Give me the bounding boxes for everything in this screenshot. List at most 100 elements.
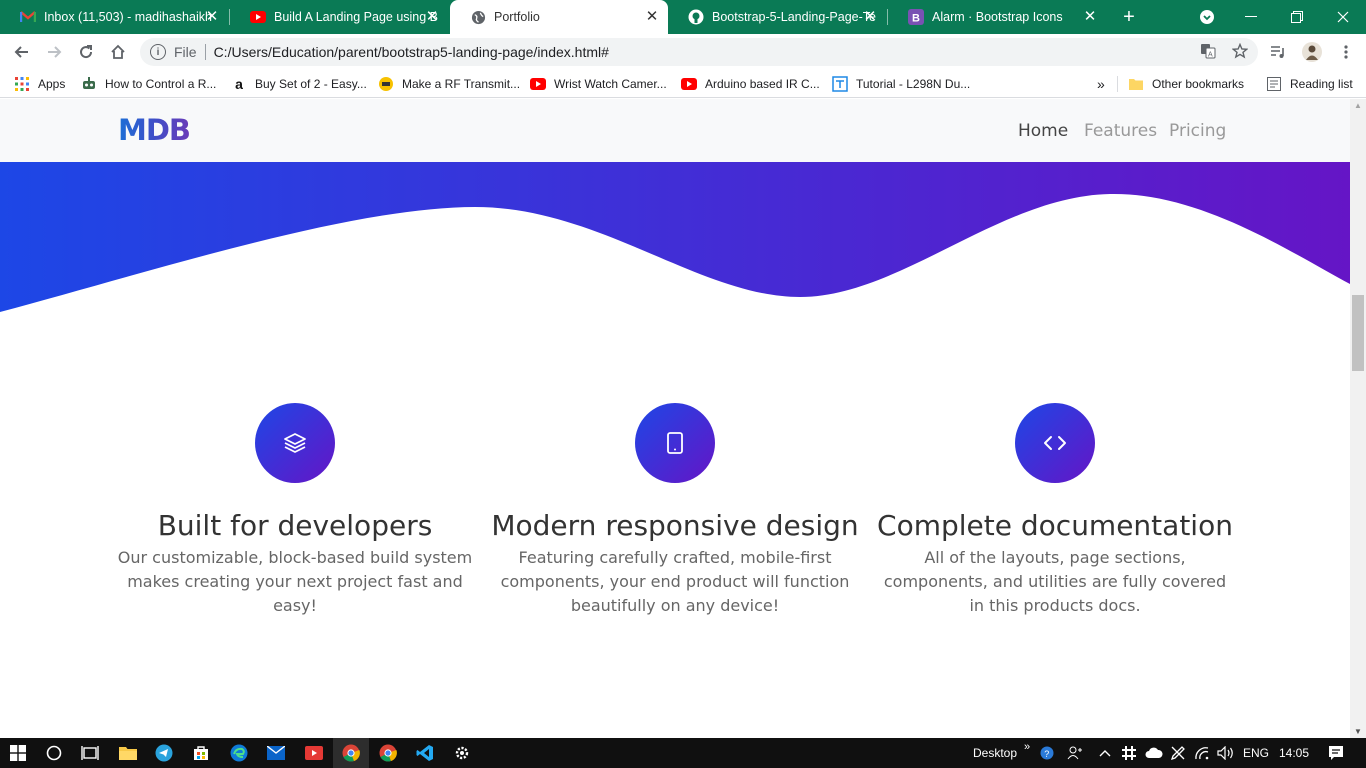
translate-icon[interactable]: A [1200, 43, 1216, 59]
reading-list[interactable]: Reading list [1266, 76, 1353, 92]
store-icon [194, 746, 208, 760]
taskbar-app-media[interactable] [296, 738, 332, 768]
feature-title: Modern responsive design [491, 509, 859, 542]
scroll-thumb[interactable] [1352, 295, 1364, 371]
folder-icon [119, 747, 137, 760]
brand-logo[interactable]: MDB [118, 113, 191, 147]
slack-tray-icon[interactable] [1118, 738, 1140, 768]
chrome-icon [379, 744, 397, 762]
bookmark-item[interactable]: Make a RF Transmit... [378, 76, 520, 92]
restore-button[interactable] [1274, 0, 1320, 34]
amazon-icon: a [235, 76, 243, 92]
tab-bootstrap-icons[interactable]: B Alarm · Bootstrap Icons ✕ [888, 0, 1106, 34]
nav-link-features[interactable]: Features [1084, 121, 1157, 141]
taskbar-app-edge[interactable] [221, 738, 257, 768]
scroll-down-arrow-icon[interactable]: ▼ [1354, 727, 1362, 736]
reload-button[interactable] [72, 38, 100, 66]
close-icon[interactable]: ✕ [424, 9, 440, 25]
bookmark-item[interactable]: Arduino based IR C... [681, 76, 820, 92]
wifi-icon [1195, 747, 1209, 760]
taskbar-app-file-explorer[interactable] [110, 738, 146, 768]
pen-tray-icon[interactable] [1166, 738, 1190, 768]
mail-icon [267, 746, 285, 760]
tab-portfolio[interactable]: Portfolio ✕ [450, 0, 668, 34]
svg-text:B: B [912, 13, 920, 25]
menu-button[interactable] [1332, 38, 1360, 66]
taskbar-app-mail[interactable] [258, 738, 294, 768]
tab-gmail[interactable]: Inbox (11,503) - madihashaikh ✕ [0, 0, 228, 34]
desktop-toolbar-label[interactable]: Desktop [973, 746, 1017, 760]
forward-button[interactable] [40, 38, 68, 66]
bookmark-apps[interactable]: Apps [14, 76, 65, 92]
tab-strip: Inbox (11,503) - madihashaikh ✕ Build A … [0, 0, 1366, 34]
show-hidden-icons-button[interactable] [1094, 738, 1116, 768]
wifi-tray-icon[interactable] [1190, 738, 1214, 768]
bookmark-label: How to Control a R... [105, 77, 217, 91]
media-control-button[interactable] [1264, 38, 1292, 66]
close-icon[interactable]: ✕ [1082, 9, 1098, 25]
site-navbar: MDB Home Features Pricing [0, 99, 1350, 162]
language-indicator[interactable]: ENG [1243, 746, 1269, 760]
volume-tray-icon[interactable] [1214, 738, 1238, 768]
hero-wave [0, 162, 1350, 312]
page-scrollbar[interactable]: ▲ ▼ [1350, 99, 1366, 738]
people-tray-icon[interactable] [1064, 738, 1086, 768]
bookmark-item[interactable]: Wrist Watch Camer... [530, 76, 667, 92]
url-text[interactable]: C:/Users/Education/parent/bootstrap5-lan… [214, 44, 609, 60]
taskbar-app-chrome-2[interactable] [370, 738, 406, 768]
info-icon[interactable]: i [150, 44, 166, 60]
code-icon [1044, 436, 1066, 450]
feature-card: Built for developers Our customizable, b… [105, 403, 485, 618]
back-button[interactable] [8, 38, 36, 66]
nav-link-pricing[interactable]: Pricing [1169, 121, 1226, 141]
site-icon [832, 76, 848, 92]
scroll-up-arrow-icon[interactable]: ▲ [1354, 101, 1362, 110]
taskbar-app-chrome[interactable] [333, 738, 369, 768]
bookmark-label: Arduino based IR C... [705, 77, 820, 91]
reading-list-icon [1266, 76, 1282, 92]
tab-title: Build A Landing Page using B [274, 10, 439, 24]
close-icon[interactable]: ✕ [204, 9, 220, 25]
profile-avatar[interactable] [1298, 38, 1326, 66]
reload-icon [80, 45, 93, 59]
new-tab-button[interactable]: + [1106, 0, 1152, 34]
window-close-button[interactable] [1320, 0, 1366, 34]
bookmarks-bar: Apps How to Control a R... a Buy Set of … [0, 70, 1366, 98]
home-button[interactable] [104, 38, 132, 66]
taskbar-app-telegram[interactable] [146, 738, 182, 768]
help-icon: ? [1040, 746, 1054, 760]
tab-youtube[interactable]: Build A Landing Page using B ✕ [230, 0, 448, 34]
chevron-double-right-icon[interactable]: » [1024, 741, 1030, 753]
bookmarks-overflow-button[interactable]: » [1097, 76, 1105, 92]
nav-link-home[interactable]: Home [1018, 121, 1068, 141]
taskbar-app-settings[interactable] [444, 738, 480, 768]
tab-title: Inbox (11,503) - madihashaikh [44, 10, 212, 24]
help-tray-icon[interactable]: ? [1036, 738, 1058, 768]
tab-github[interactable]: Bootstrap-5-Landing-Page-Te ✕ [668, 0, 886, 34]
search-button[interactable] [36, 738, 72, 768]
bookmark-item[interactable]: a Buy Set of 2 - Easy... [231, 76, 367, 92]
taskbar-app-vscode[interactable] [407, 738, 443, 768]
close-icon[interactable]: ✕ [862, 9, 878, 25]
start-button[interactable] [0, 738, 36, 768]
feature-icon-circle [635, 403, 715, 483]
bookmark-item[interactable]: How to Control a R... [81, 76, 216, 92]
close-icon[interactable]: ✕ [644, 9, 660, 25]
bookmark-star-icon[interactable] [1232, 43, 1248, 59]
feature-text: Featuring carefully crafted, mobile-firs… [500, 548, 850, 615]
task-view-button[interactable] [72, 738, 108, 768]
cortana-circle-icon [46, 745, 62, 761]
onedrive-tray-icon[interactable] [1142, 738, 1166, 768]
windows-logo-icon [10, 745, 26, 761]
feature-card: Complete documentation All of the layout… [865, 403, 1245, 618]
tab-search-button[interactable] [1184, 0, 1230, 34]
youtube-icon [530, 76, 546, 92]
minimize-button[interactable] [1228, 0, 1274, 34]
bookmark-item[interactable]: Tutorial - L298N Du... [832, 76, 970, 92]
notifications-button[interactable] [1318, 738, 1354, 768]
taskbar-app-store[interactable] [183, 738, 219, 768]
clock[interactable]: 14:05 [1279, 746, 1309, 760]
layers-icon [284, 433, 306, 453]
other-bookmarks[interactable]: Other bookmarks [1128, 76, 1244, 92]
address-bar[interactable]: i File C:/Users/Education/parent/bootstr… [140, 38, 1258, 66]
